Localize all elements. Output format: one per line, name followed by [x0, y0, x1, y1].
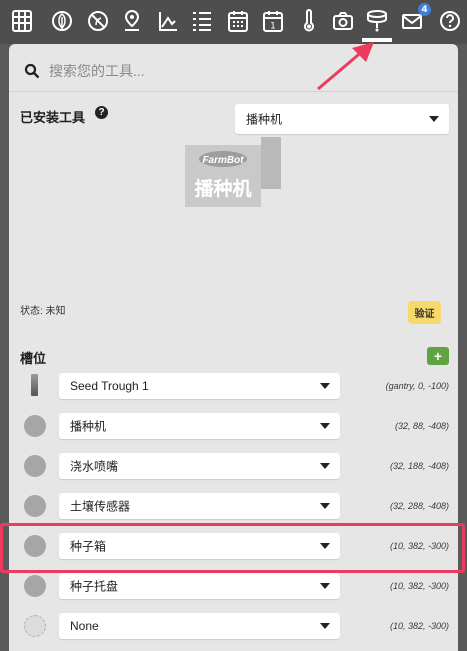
slot-coordinates: (32, 188, -408): [389, 461, 449, 471]
map-pin-icon[interactable]: [118, 6, 146, 36]
seed-trough-icon: [31, 374, 38, 396]
slot-tool-select[interactable]: None: [59, 613, 340, 639]
slot-tool-select[interactable]: 种子托盘: [59, 573, 340, 599]
add-slot-button[interactable]: +: [427, 347, 449, 365]
slot-tool-value: 种子箱: [70, 539, 107, 554]
top-nav: 1 4: [0, 0, 467, 44]
chevron-down-icon: [320, 463, 330, 469]
slot-tool-select[interactable]: Seed Trough 1: [59, 373, 340, 399]
slot-coordinates: (gantry, 0, -100): [385, 381, 449, 391]
search-divider: [9, 91, 458, 92]
slot-tool-select[interactable]: 土壤传感器: [59, 493, 340, 519]
no-weeds-icon[interactable]: [84, 6, 112, 36]
slot-tool-select[interactable]: 种子箱: [59, 533, 340, 559]
chevron-down-icon: [320, 423, 330, 429]
installed-tool-value: 播种机: [246, 112, 283, 127]
slot-coordinates: (32, 288, -408): [389, 501, 449, 511]
installed-tool-title: 已安装工具: [20, 110, 86, 125]
slots-title: 槽位: [20, 351, 47, 366]
slot-row: 浇水喷嘴 (32, 188, -408): [9, 446, 458, 486]
slot-row: None (10, 382, -300): [9, 606, 458, 646]
chevron-down-icon: [320, 623, 330, 629]
search-input[interactable]: [49, 58, 429, 84]
calendar-day-icon[interactable]: 1: [259, 6, 287, 36]
tools-panel: 已安装工具 ? 播种机 FarmBot 播种机 状态: 未知 验证 槽位 + S…: [9, 44, 458, 651]
tool-mount-icon[interactable]: [362, 6, 392, 42]
leaf-icon[interactable]: [48, 6, 76, 36]
camera-icon[interactable]: [329, 6, 357, 36]
calendar-day-number: 1: [270, 22, 276, 32]
slot-coordinates: (10, 382, -300): [389, 621, 449, 631]
seeder-tool-image: FarmBot 播种机: [185, 137, 281, 207]
slot-coordinates: (10, 382, -300): [389, 581, 449, 591]
slot-tool-value: None: [70, 619, 99, 633]
slot-row: Seed Trough 1 (gantry, 0, -100): [9, 366, 458, 406]
search-bar: [9, 52, 458, 90]
slot-row: 种子托盘 (10, 382, -300): [9, 566, 458, 606]
thermometer-icon[interactable]: [295, 6, 323, 36]
slot-tool-value: 种子托盘: [70, 579, 119, 594]
calendar-icon[interactable]: [224, 6, 252, 36]
slot-coordinates: (32, 88, -408): [394, 421, 449, 431]
slot-row: 播种机 (32, 88, -408): [9, 406, 458, 446]
slot-tool-select[interactable]: 浇水喷嘴: [59, 453, 340, 479]
chevron-down-icon: [320, 583, 330, 589]
slot-tool-value: 播种机: [70, 419, 107, 434]
chevron-down-icon: [320, 503, 330, 509]
installed-tool-select[interactable]: 播种机: [235, 104, 449, 134]
slot-tool-value: Seed Trough 1: [70, 379, 149, 393]
chevron-down-icon: [320, 543, 330, 549]
slot-tool-value: 土壤传感器: [70, 499, 131, 514]
installed-help-icon[interactable]: ?: [95, 106, 108, 119]
grid-icon[interactable]: [8, 6, 36, 36]
slot-row: 种子箱 (10, 382, -300): [9, 526, 458, 566]
slot-circle-icon: [24, 495, 46, 517]
farmbot-logo-text: FarmBot: [202, 155, 244, 166]
empty-slot-icon: [24, 615, 46, 637]
list-icon[interactable]: [188, 6, 216, 36]
mail-badge: 4: [418, 3, 431, 16]
slot-circle-icon: [24, 455, 46, 477]
tool-status: 状态: 未知: [20, 306, 66, 317]
curve-chart-icon[interactable]: [154, 6, 182, 36]
slot-circle-icon: [24, 415, 46, 437]
slot-circle-icon: [24, 535, 46, 557]
slot-tool-select[interactable]: 播种机: [59, 413, 340, 439]
slot-circle-icon: [24, 575, 46, 597]
help-icon[interactable]: [436, 6, 464, 36]
verify-button[interactable]: 验证: [408, 301, 441, 324]
chevron-down-icon: [429, 116, 439, 122]
search-icon: [24, 63, 40, 79]
slot-row: 土壤传感器 (32, 288, -408): [9, 486, 458, 526]
chevron-down-icon: [320, 383, 330, 389]
tool-image-caption: 播种机: [194, 178, 251, 200]
slot-tool-value: 浇水喷嘴: [70, 459, 119, 474]
slot-coordinates: (10, 382, -300): [389, 541, 449, 551]
mail-icon[interactable]: 4: [398, 3, 431, 36]
